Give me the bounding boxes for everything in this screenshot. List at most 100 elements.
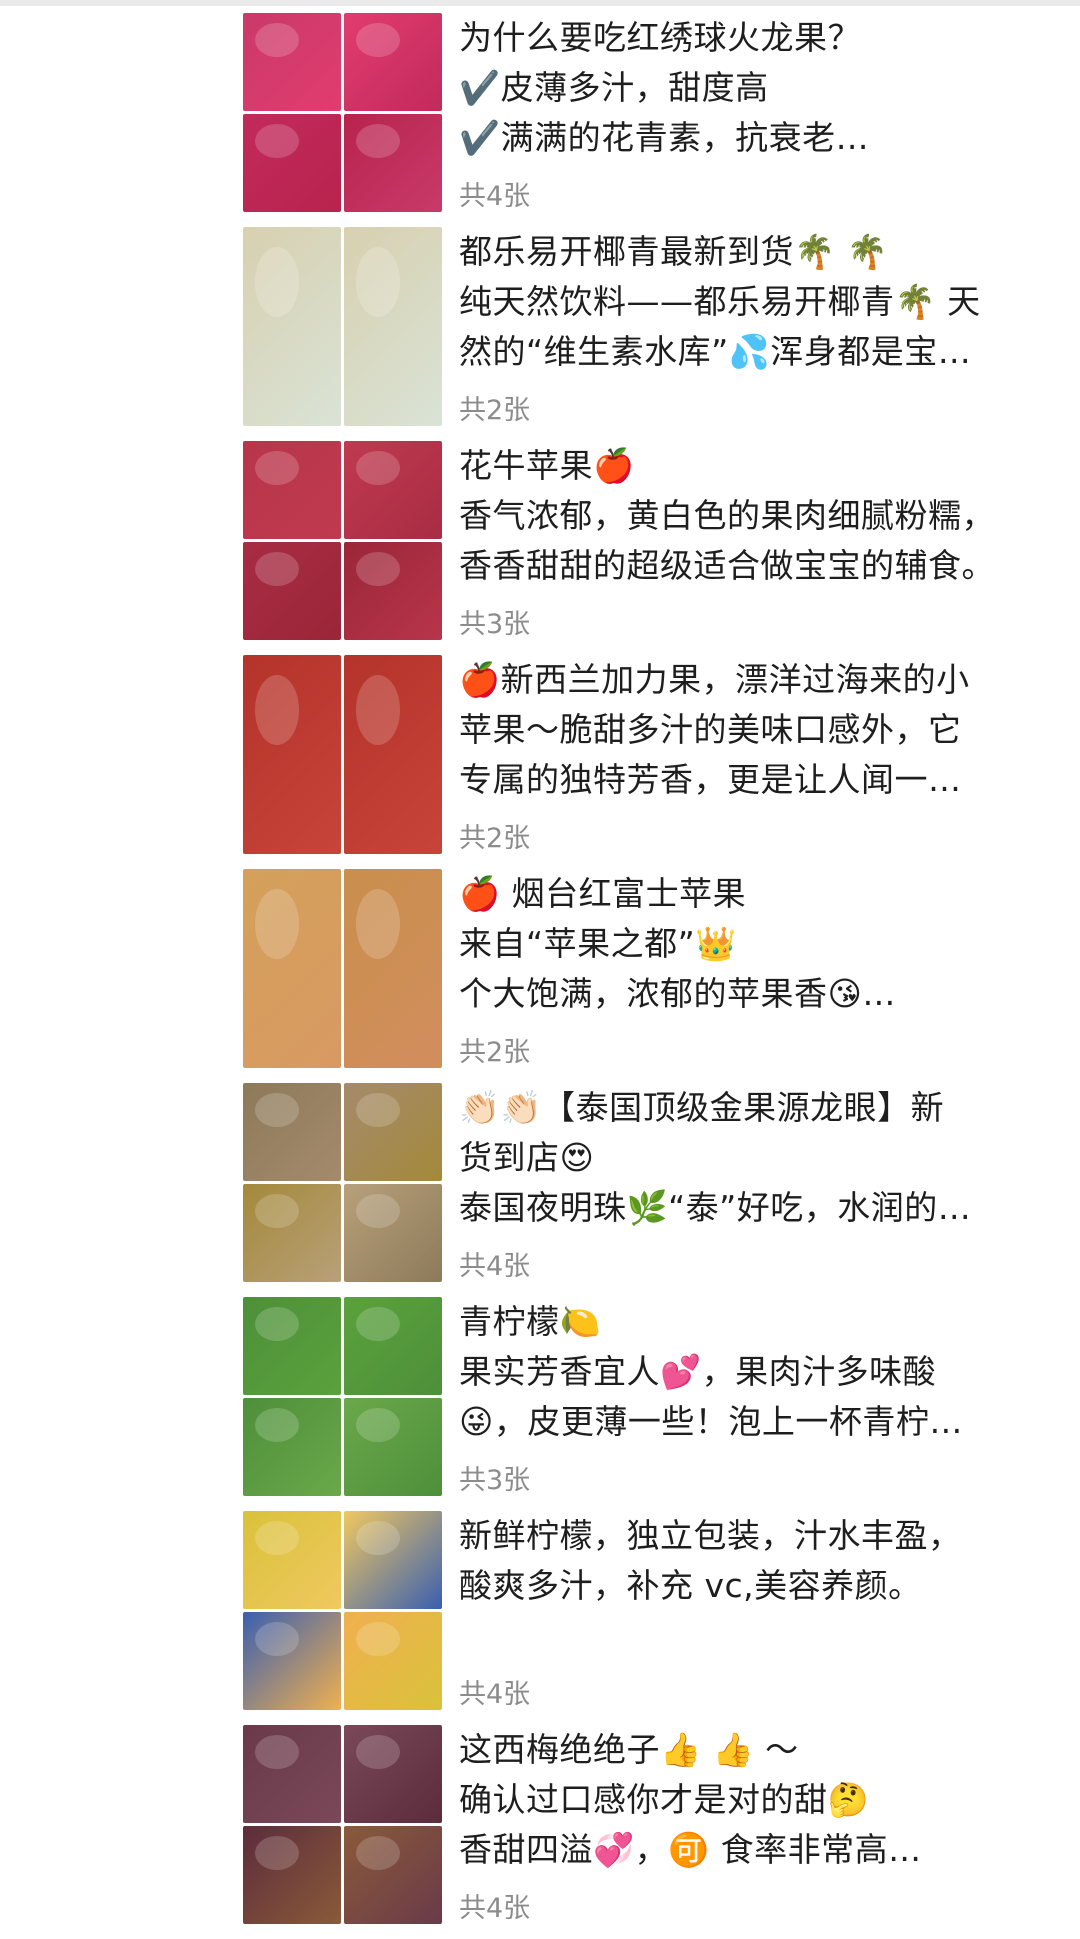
post-image-grid: [243, 1725, 442, 1924]
post-thumbnail[interactable]: [243, 1511, 341, 1609]
post-image-grid: [243, 13, 442, 212]
post-thumbnail[interactable]: [344, 1826, 442, 1924]
image-count-label: 共4张: [459, 1893, 531, 1924]
post-text[interactable]: 👏🏻👏🏻【泰国顶级金果源龙眼】新 货到店😍 泰国夜明珠🌿“泰”好吃，水润的…: [459, 1083, 1049, 1233]
post-text-line: 😜，皮更薄一些！泡上一杯青柠…: [459, 1402, 963, 1441]
image-count-label: 共4张: [459, 0, 530, 1]
post-thumbnail[interactable]: [243, 114, 341, 212]
post-text[interactable]: 🍎 烟台红富士苹果 来自“苹果之都”👑 个大饱满，浓郁的苹果香😘…: [459, 869, 1049, 1019]
post-body: 这西梅绝绝子👍 👍 ～ 确认过口感你才是对的甜🤔 香甜四溢💞，🉑 食率非常高… 共4张: [459, 1725, 1049, 1924]
post-text-line: 泰国夜明珠🌿“泰”好吃，水润的…: [459, 1188, 972, 1227]
post-text-line: 香甜四溢💞，🉑 食率非常高…: [459, 1830, 922, 1869]
post-text-line: ✔️满满的花青素，抗衰老…: [459, 118, 870, 157]
post-body: 新鲜柠檬，独立包装，汁水丰盈， 酸爽多汁，补充 vc,美容养颜。共4张: [459, 1511, 1049, 1710]
post-text-line: 青柠檬🍋: [459, 1302, 602, 1341]
post-thumbnail[interactable]: [243, 227, 341, 426]
post-text[interactable]: 都乐易开椰青最新到货🌴 🌴 纯天然饮料——都乐易开椰青🌴 天然的“维生素水库”💦浑…: [459, 227, 1049, 377]
post-body: 都乐易开椰青最新到货🌴 🌴 纯天然饮料——都乐易开椰青🌴 天然的“维生素水库”💦浑…: [459, 227, 1049, 426]
post-thumbnail[interactable]: [344, 1612, 442, 1710]
post-thumbnail[interactable]: [243, 1083, 341, 1181]
feed-post[interactable]: 都乐易开椰青最新到货🌴 🌴 纯天然饮料——都乐易开椰青🌴 天然的“维生素水库”💦浑…: [243, 227, 1053, 441]
post-text[interactable]: 这西梅绝绝子👍 👍 ～ 确认过口感你才是对的甜🤔 香甜四溢💞，🉑 食率非常高…: [459, 1725, 1049, 1875]
post-text-line: 都乐易开椰青最新到货🌴 🌴: [459, 232, 889, 271]
post-body: 为什么要吃红绣球火龙果？ ✔️皮薄多汁，甜度高 ✔️满满的花青素，抗衰老… 共4张: [459, 13, 1049, 212]
post-thumbnail[interactable]: [243, 1612, 341, 1710]
post-body: 青柠檬🍋 果实芳香宜人💕，果肉汁多味酸 😜，皮更薄一些！泡上一杯青柠… 共3张: [459, 1297, 1049, 1496]
post-thumbnail[interactable]: [243, 1297, 341, 1395]
post-thumbnail[interactable]: [344, 1083, 442, 1181]
post-body: 🍎 烟台红富士苹果 来自“苹果之都”👑 个大饱满，浓郁的苹果香😘… 共2张: [459, 869, 1049, 1068]
post-text-line: ✔️皮薄多汁，甜度高: [459, 68, 769, 107]
feed-post[interactable]: 青柠檬🍋 果实芳香宜人💕，果肉汁多味酸 😜，皮更薄一些！泡上一杯青柠… 共3张: [243, 1297, 1053, 1511]
image-count-label: 共2张: [459, 1037, 531, 1068]
post-image-grid: [243, 1083, 442, 1282]
post-thumbnail[interactable]: [243, 441, 341, 539]
post-text[interactable]: 🍎新西兰加力果，漂洋过海来的小 苹果～脆甜多汁的美味口感外，它 专属的独特芳香，更是…: [459, 655, 1049, 805]
feed-post[interactable]: 🍎 烟台红富士苹果 来自“苹果之都”👑 个大饱满，浓郁的苹果香😘… 共2张: [243, 869, 1053, 1083]
post-thumbnail[interactable]: [344, 1725, 442, 1823]
post-image-grid: [243, 1511, 442, 1710]
moments-feed: 共4张为什么要吃红绣球火龙果？✔️皮薄多汁，甜度高✔️满满的花青素，抗衰老…共4…: [243, 0, 1053, 1939]
post-text-line: 苹果～脆甜多汁的美味口感外，它: [459, 710, 962, 749]
post-image-grid: [243, 869, 442, 1068]
post-text-line: 然的“维生素水库”💦浑身都是宝…: [459, 332, 972, 371]
image-count-label: 共4张: [459, 1251, 531, 1282]
post-text[interactable]: 为什么要吃红绣球火龙果？ ✔️皮薄多汁，甜度高 ✔️满满的花青素，抗衰老…: [459, 13, 1049, 163]
post-text-line: 这西梅绝绝子👍 👍 ～: [459, 1730, 799, 1769]
post-image-grid: [243, 655, 442, 854]
post-text-line: 货到店😍: [459, 1138, 595, 1177]
post-thumbnail[interactable]: [243, 13, 341, 111]
post-image-grid: [243, 1297, 442, 1496]
feed-post[interactable]: 花牛苹果🍎 香气浓郁，黄白色的果肉细腻粉糯， 香香甜甜的超级适合做宝宝的辅食。 共3张: [243, 441, 1053, 655]
feed-post[interactable]: 🍎新西兰加力果，漂洋过海来的小 苹果～脆甜多汁的美味口感外，它 专属的独特芳香，更是…: [243, 655, 1053, 869]
post-thumbnail[interactable]: [344, 1398, 442, 1496]
post-text[interactable]: 新鲜柠檬，独立包装，汁水丰盈， 酸爽多汁，补充 vc,美容养颜。: [459, 1511, 1049, 1611]
post-text-line: 来自“苹果之都”👑: [459, 924, 737, 963]
post-thumbnail[interactable]: [243, 869, 341, 1068]
feed-post[interactable]: 这西梅绝绝子👍 👍 ～ 确认过口感你才是对的甜🤔 香甜四溢💞，🉑 食率非常高… 共4张: [243, 1725, 1053, 1939]
image-count-label: 共4张: [459, 1679, 531, 1710]
post-image-grid: [243, 227, 442, 426]
post-text-line: 个大饱满，浓郁的苹果香😘…: [459, 974, 896, 1013]
post-thumbnail[interactable]: [243, 1826, 341, 1924]
post-text-line: 新鲜柠檬，独立包装，汁水丰盈，: [459, 1516, 962, 1555]
post-text-line: 果实芳香宜人💕，果肉汁多味酸: [459, 1352, 937, 1391]
post-thumbnail[interactable]: [243, 655, 341, 854]
post-thumbnail[interactable]: [243, 1184, 341, 1282]
post-text-line: 👏🏻👏🏻【泰国顶级金果源龙眼】新: [459, 1088, 945, 1127]
post-thumbnail[interactable]: [344, 227, 442, 426]
feed-post[interactable]: 新鲜柠檬，独立包装，汁水丰盈， 酸爽多汁，补充 vc,美容养颜。共4张: [243, 1511, 1053, 1725]
post-thumbnail[interactable]: [344, 869, 442, 1068]
post-thumbnail[interactable]: [243, 542, 341, 640]
post-thumbnail[interactable]: [344, 542, 442, 640]
post-thumbnail[interactable]: [344, 441, 442, 539]
post-body: 🍎新西兰加力果，漂洋过海来的小 苹果～脆甜多汁的美味口感外，它 专属的独特芳香，更是…: [459, 655, 1049, 854]
post-text-line: 酸爽多汁，补充 vc,美容养颜。: [459, 1566, 922, 1605]
post-text-line: 确认过口感你才是对的甜🤔: [459, 1780, 870, 1819]
post-thumbnail[interactable]: [344, 13, 442, 111]
post-thumbnail[interactable]: [243, 1725, 341, 1823]
post-thumbnail[interactable]: [344, 655, 442, 854]
post-thumbnail[interactable]: [344, 1184, 442, 1282]
post-body: 花牛苹果🍎 香气浓郁，黄白色的果肉细腻粉糯， 香香甜甜的超级适合做宝宝的辅食。 共3张: [459, 441, 1049, 640]
image-count-label: 共2张: [459, 395, 531, 426]
feed-post[interactable]: 👏🏻👏🏻【泰国顶级金果源龙眼】新 货到店😍 泰国夜明珠🌿“泰”好吃，水润的… 共4张: [243, 1083, 1053, 1297]
feed-post[interactable]: 为什么要吃红绣球火龙果？ ✔️皮薄多汁，甜度高 ✔️满满的花青素，抗衰老… 共4张: [243, 13, 1053, 227]
post-thumbnail[interactable]: [344, 1297, 442, 1395]
post-body: 👏🏻👏🏻【泰国顶级金果源龙眼】新 货到店😍 泰国夜明珠🌿“泰”好吃，水润的… 共4张: [459, 1083, 1049, 1282]
post-thumbnail[interactable]: [344, 114, 442, 212]
feed-post[interactable]: 共4张: [243, 0, 1053, 13]
post-text-line: 🍎 烟台红富士苹果: [459, 874, 747, 913]
post-text[interactable]: 花牛苹果🍎 香气浓郁，黄白色的果肉细腻粉糯， 香香甜甜的超级适合做宝宝的辅食。: [459, 441, 1049, 591]
post-thumbnail[interactable]: [243, 1398, 341, 1496]
image-count-label: 共2张: [459, 823, 531, 854]
image-count-label: 共4张: [459, 181, 531, 212]
post-text-line: 香香甜甜的超级适合做宝宝的辅食。: [459, 546, 995, 585]
post-text-line: 🍎新西兰加力果，漂洋过海来的小: [459, 660, 970, 699]
post-text[interactable]: 青柠檬🍋 果实芳香宜人💕，果肉汁多味酸 😜，皮更薄一些！泡上一杯青柠…: [459, 1297, 1049, 1447]
post-text-line: 专属的独特芳香，更是让人闻一…: [459, 760, 962, 799]
post-text-line: 花牛苹果🍎: [459, 446, 635, 485]
post-text-line: 香气浓郁，黄白色的果肉细腻粉糯，: [459, 496, 995, 535]
post-thumbnail[interactable]: [344, 1511, 442, 1609]
post-text-line: 纯天然饮料——都乐易开椰青🌴 天: [459, 282, 981, 321]
